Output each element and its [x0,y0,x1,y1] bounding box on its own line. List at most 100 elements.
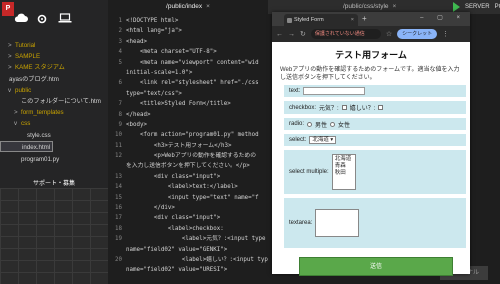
reload-icon[interactable]: ↻ [300,30,306,38]
code-line[interactable]: <body> [126,120,296,130]
code-line[interactable]: name="field02" value="GENKI"> [126,245,296,255]
checkbox-opt1-label: 元気？: [319,106,339,112]
code-line[interactable]: <input type="text" name="f [126,193,296,203]
code-line[interactable]: initial-scale=1.0"> [126,68,296,78]
checkbox-label: checkbox: [289,104,317,111]
code-line[interactable]: <div class="input"> [126,213,296,223]
chevron-icon[interactable]: > [8,40,15,51]
textarea-input[interactable] [315,209,360,237]
tree-file[interactable]: index.html [0,140,54,152]
checkbox-uresi[interactable] [378,105,384,110]
code-line[interactable]: </div> [126,203,296,213]
line-number: 9 [118,121,123,128]
forward-icon[interactable]: → [288,31,295,38]
tab-index[interactable]: /public/index × [108,0,268,14]
code-line[interactable]: <meta name="viewport" content="wid [126,58,296,68]
tab-style-label: /public/css/style [343,3,389,10]
line-number [108,161,122,171]
line-number: 5 [118,59,123,66]
laptop-icon[interactable] [58,13,72,23]
browser-tab[interactable]: Styled Form × [284,14,358,26]
code-line[interactable]: </head> [126,110,296,120]
prefecture-multiselect[interactable]: 北海道 青森 秋田 [331,154,356,190]
line-number: 3 [118,38,123,45]
tree-file[interactable]: ayasのブログ.htm [0,74,108,85]
line-number: 8 [118,111,123,118]
tree-folder[interactable]: > SAMPLE [0,51,108,62]
close-icon[interactable]: × [351,14,354,26]
code-line[interactable]: <form action="program01.py" method [126,130,296,140]
multiselect-option[interactable]: 青森 [335,163,353,170]
code-area[interactable]: <!DOCTYPE html> <html lang="ja"> <head> <m… [126,16,296,276]
tree-folder[interactable]: v public [0,85,108,96]
multiselect-option[interactable]: 秋田 [335,170,353,177]
multiselect-option[interactable]: 北海道 [335,156,353,163]
tree-folder[interactable]: > Tutorial [0,40,108,51]
code-line[interactable]: <title>Styled Form</title> [126,99,296,109]
radio-opt2-label: 女性 [338,122,351,129]
file-explorer: P > Tutorial > SAMPLE > KAME スタジアム ayasのブログ.ht… [0,0,108,284]
new-tab-button[interactable]: + [362,14,367,23]
code-line[interactable]: <label>元気？:<input type [126,234,296,244]
line-number: 4 [118,49,123,56]
code-line[interactable]: <label>text:</label> [126,182,296,192]
chevron-icon[interactable]: v [14,118,21,129]
page-description: Webアプリの動作を確認するためのフォームです。適当な値を入力し送信ボタンを押下… [280,67,460,81]
checkbox-row: checkbox: 元気？: 嬉しい？: [284,101,466,114]
close-icon[interactable]: × [393,3,397,10]
browser-window: Styled Form × + – ▢ × ← → ↻ 保護されていない通信 ☆… [272,12,470,276]
code-line[interactable]: <!DOCTYPE html> [126,16,296,26]
code-line[interactable]: <p>Webアプリの動作を確認するための [126,151,296,161]
pc-button[interactable]: PC [495,4,500,10]
tree-item-label: KAME スタジアム [15,64,65,72]
tree-file[interactable]: このフォルダーについて.htm [0,96,108,107]
code-line[interactable]: <html lang="ja"> [126,26,296,36]
tree-file[interactable]: style.css [0,130,108,141]
radio-label: radio: [289,121,305,127]
tree-file[interactable]: program01.py [0,154,108,165]
more-menu-icon[interactable]: ⋮ [442,30,449,38]
browser-toolbar: ← → ↻ 保護されていない通信 ☆ シークレット ⋮ [272,26,470,42]
submit-button[interactable]: 送信 [299,257,453,276]
code-line[interactable]: type="text/css"> [126,89,296,99]
tree-item-label: Tutorial [15,42,36,49]
window-controls[interactable]: – ▢ × [420,14,466,21]
text-input[interactable] [303,87,366,95]
radio-female[interactable] [330,121,336,127]
code-line[interactable]: <label>嬉しい？:<input typ [126,255,296,265]
code-line[interactable]: <meta charset="UTF-8"> [126,47,296,57]
chevron-icon[interactable]: > [8,51,15,62]
code-line[interactable]: <link rel="stylesheet" href="./css [126,78,296,88]
tree-folder[interactable]: > KAME スタジアム [0,62,108,73]
radio-male[interactable] [307,121,313,127]
select-multiple-row: select multiple: 北海道 青森 秋田 [284,150,466,194]
cloud-icon[interactable] [14,13,28,23]
prefecture-select[interactable]: 北海道 ▾ [309,136,337,144]
tree-folder[interactable]: > form_templates [0,107,108,118]
select-row: select: 北海道 ▾ [284,134,466,146]
code-line[interactable]: <label>checkbox: [126,224,296,234]
address-bar[interactable]: 保護されていない通信 [310,29,381,39]
back-icon[interactable]: ← [276,31,283,38]
code-line[interactable]: <head> [126,37,296,47]
tree-item-label: ayasのブログ.htm [9,75,59,83]
code-line[interactable]: <div class="input"> [126,172,296,182]
incognito-badge[interactable]: シークレット [397,29,438,39]
checkbox-opt2-label: 嬉しい？: [349,106,376,112]
settings-icon[interactable] [36,13,48,24]
chevron-icon[interactable]: v [8,85,15,96]
server-button[interactable]: SERVER [465,4,490,10]
code-line[interactable]: <h3>テスト用フォーム</h3> [126,141,296,151]
code-line[interactable]: name="field02" value="URESI"> [126,265,296,275]
run-play-icon[interactable] [453,2,460,12]
browser-titlebar: Styled Form × + – ▢ × [272,12,470,26]
chevron-icon[interactable]: > [8,62,15,73]
line-number [108,89,122,99]
chevron-icon[interactable]: > [14,107,21,118]
star-icon[interactable]: ☆ [386,30,392,38]
code-line[interactable]: を入力し送信ボタンを押下してください。</p> [126,161,296,171]
checkbox-genki[interactable] [341,105,347,110]
tree-folder[interactable]: v css [0,118,108,129]
tree-item-label: program01.py [21,155,60,163]
close-icon[interactable]: × [206,3,210,10]
